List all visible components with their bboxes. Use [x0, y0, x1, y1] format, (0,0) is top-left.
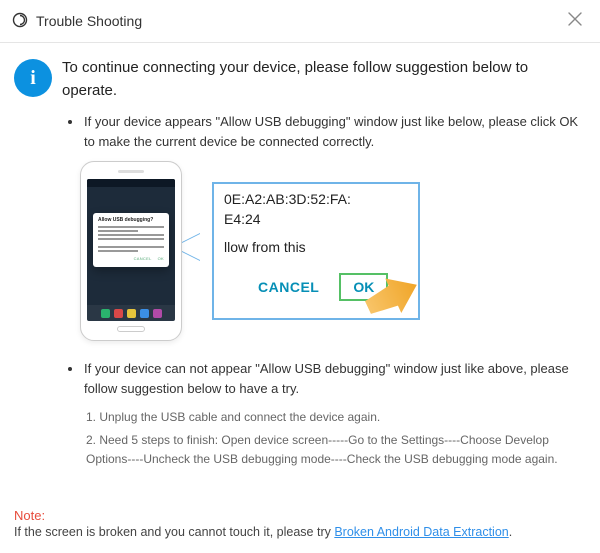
illustration-area: Allow USB debugging? CANCEL OK [62, 161, 584, 341]
content: i To continue connecting your device, pl… [0, 43, 600, 484]
dock-icon [114, 309, 123, 318]
phone-textline [98, 226, 164, 228]
window-title: Trouble Shooting [36, 13, 142, 29]
note-label: Note: [14, 508, 586, 523]
main-column: To continue connecting your device, plea… [62, 57, 584, 474]
phone-dock [87, 305, 175, 321]
phone-cancel: CANCEL [134, 256, 152, 261]
bullet-dot [68, 120, 72, 124]
note-pretext: If the screen is broken and you cannot t… [14, 525, 334, 539]
heading-text: To continue connecting your device, plea… [62, 57, 584, 102]
phone-mockup: Allow USB debugging? CANCEL OK [80, 161, 182, 341]
phone-speaker [118, 170, 144, 173]
phone-home-button [117, 326, 145, 332]
phone-textline [98, 230, 138, 232]
broken-android-link[interactable]: Broken Android Data Extraction [334, 525, 508, 539]
app-icon [12, 12, 28, 31]
close-button[interactable] [566, 10, 584, 32]
bullet-2: If your device can not appear "Allow USB… [62, 359, 584, 398]
bullet-2-text: If your device can not appear "Allow USB… [84, 359, 584, 398]
phone-dialog: Allow USB debugging? CANCEL OK [93, 213, 169, 267]
phone-textline [98, 246, 164, 248]
phone-textline [98, 238, 164, 240]
bullet-1: If your device appears "Allow USB debugg… [62, 112, 584, 151]
dock-icon [153, 309, 162, 318]
phone-textline [98, 234, 164, 236]
step-2: 2. Need 5 steps to finish: Open device s… [86, 431, 584, 469]
zoom-cancel-button: CANCEL [258, 279, 319, 295]
phone-statusbar [87, 179, 175, 187]
zoom-id-line1: 0E:A2:AB:3D:52:FA: [224, 190, 408, 210]
note-block: Note: If the screen is broken and you ca… [14, 508, 586, 539]
phone-dialog-buttons: CANCEL OK [98, 256, 164, 261]
info-icon: i [14, 59, 52, 97]
dock-icon [140, 309, 149, 318]
title-left: Trouble Shooting [12, 12, 142, 31]
titlebar: Trouble Shooting [0, 0, 600, 43]
bullet-1-text: If your device appears "Allow USB debugg… [84, 112, 584, 151]
zoom-id-line2: E4:24 [224, 210, 408, 230]
phone-textline [98, 250, 138, 252]
dock-icon [101, 309, 110, 318]
phone-screen: Allow USB debugging? CANCEL OK [87, 179, 175, 321]
note-after: . [509, 525, 512, 539]
step-1: 1. Unplug the USB cable and connect the … [86, 408, 584, 427]
note-text: If the screen is broken and you cannot t… [14, 525, 586, 539]
bullet-dot [68, 367, 72, 371]
phone-ok: OK [158, 256, 164, 261]
sub-steps: 1. Unplug the USB cable and connect the … [62, 408, 584, 470]
zoom-panel: 0E:A2:AB:3D:52:FA: E4:24 llow from this … [212, 182, 420, 320]
phone-dialog-title: Allow USB debugging? [98, 217, 164, 223]
zoom-allow-text: llow from this [224, 239, 408, 255]
dock-icon [127, 309, 136, 318]
